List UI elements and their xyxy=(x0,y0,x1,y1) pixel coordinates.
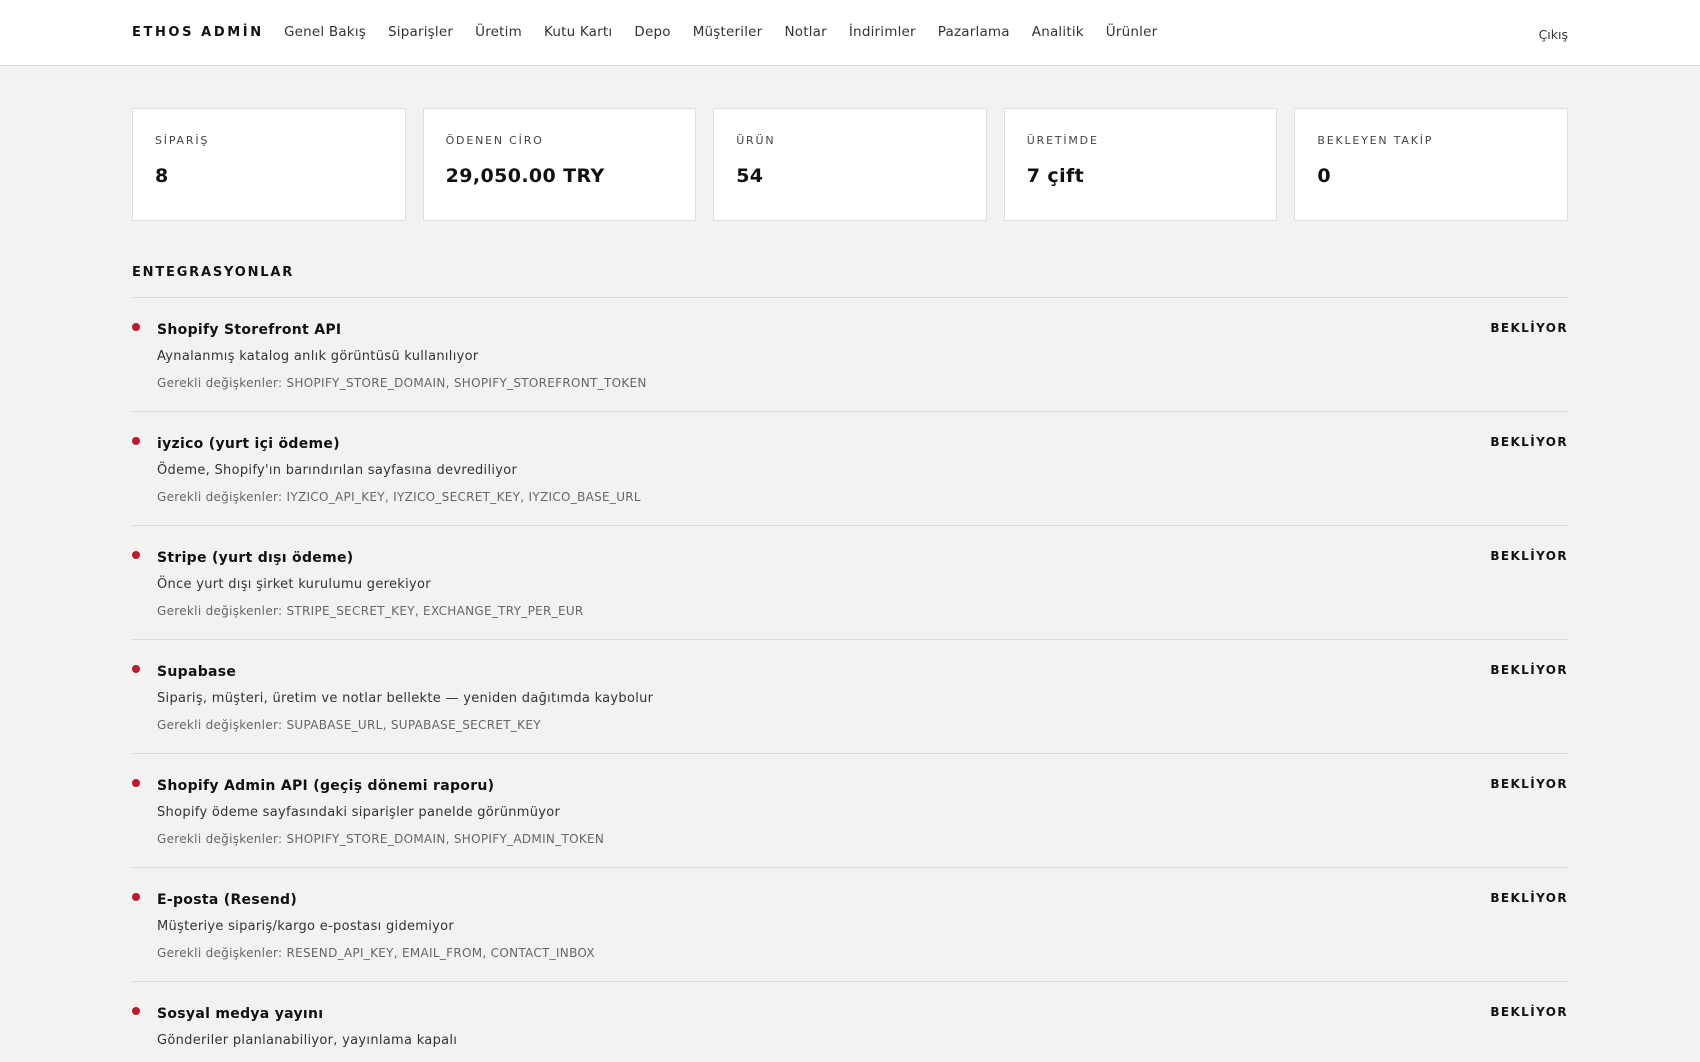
nav-item-musteriler[interactable]: Müşteriler xyxy=(693,24,763,40)
status-dot-icon xyxy=(132,551,140,559)
integration-name: Stripe (yurt dışı ödeme) xyxy=(157,550,354,566)
nav-item-kutu-karti[interactable]: Kutu Kartı xyxy=(544,24,612,40)
integration-description: Shopify ödeme sayfasındaki siparişler pa… xyxy=(157,805,561,820)
integration-description: Önce yurt dışı şirket kurulumu gerekiyor xyxy=(157,577,431,592)
stat-value: 8 xyxy=(155,165,169,187)
stat-label: ÜRÜN xyxy=(736,134,776,147)
integration-status-badge: BEKLİYOR xyxy=(1490,321,1568,335)
stat-card-odenen-ciro: ÖDENEN CİRO 29,050.00 TRY xyxy=(422,108,697,221)
stat-card-siparis: SİPARİŞ 8 xyxy=(132,108,406,221)
integration-description: Müşteriye sipariş/kargo e-postası gidemi… xyxy=(157,919,455,934)
brand-logo[interactable]: ETHOS ADMİN xyxy=(132,25,264,40)
status-dot-icon xyxy=(132,779,140,787)
nav-item-genel-bakis[interactable]: Genel Bakış xyxy=(284,24,366,40)
status-dot-icon xyxy=(132,893,140,901)
logout-button[interactable]: Çıkış xyxy=(1539,27,1568,42)
integrations-title: ENTEGRASYONLAR xyxy=(132,265,295,280)
integration-status-badge: BEKLİYOR xyxy=(1490,549,1568,563)
integration-status-badge: BEKLİYOR xyxy=(1490,663,1568,677)
nav-item-indirimler[interactable]: İndirimler xyxy=(849,24,916,40)
integration-status-badge: BEKLİYOR xyxy=(1490,1005,1568,1019)
integration-item: Sosyal medya yayını Gönderiler planlanab… xyxy=(132,982,1568,1062)
integration-item: Shopify Admin API (geçiş dönemi raporu) … xyxy=(132,754,1568,868)
integration-status-badge: BEKLİYOR xyxy=(1490,891,1568,905)
integration-name: Sosyal medya yayını xyxy=(157,1006,324,1022)
nav-item-depo[interactable]: Depo xyxy=(634,24,670,40)
stat-label: ÜRETİMDE xyxy=(1026,134,1099,147)
stat-card-uretimde: ÜRETİMDE 7 çift xyxy=(1003,108,1278,221)
main-nav: Genel Bakış Siparişler Üretim Kutu Kartı… xyxy=(284,24,1179,40)
integration-description: Sipariş, müşteri, üretim ve notlar belle… xyxy=(157,691,654,706)
integration-name: E-posta (Resend) xyxy=(157,892,298,908)
integration-name: iyzico (yurt içi ödeme) xyxy=(157,436,340,452)
integration-status-badge: BEKLİYOR xyxy=(1490,777,1568,791)
integration-item: Stripe (yurt dışı ödeme) Önce yurt dışı … xyxy=(132,526,1568,640)
stat-label: ÖDENEN CİRO xyxy=(445,134,544,147)
integration-required-vars: Gerekli değişkenler: IYZICO_API_KEY, IYZ… xyxy=(157,490,641,504)
status-dot-icon xyxy=(132,1007,140,1015)
status-dot-icon xyxy=(132,665,140,673)
nav-item-urunler[interactable]: Ürünler xyxy=(1106,24,1158,40)
stats-row: SİPARİŞ 8 ÖDENEN CİRO 29,050.00 TRY ÜRÜN… xyxy=(132,108,1568,221)
integration-required-vars: Gerekli değişkenler: SHOPIFY_STORE_DOMAI… xyxy=(157,832,605,846)
stat-label: BEKLEYEN TAKİP xyxy=(1317,134,1434,147)
integration-name: Shopify Storefront API xyxy=(157,322,342,338)
stat-value: 54 xyxy=(736,165,764,187)
stat-card-bekleyen-takip: BEKLEYEN TAKİP 0 xyxy=(1294,108,1568,221)
integrations-list: Shopify Storefront API Aynalanmış katalo… xyxy=(132,297,1568,1062)
integration-description: Gönderiler planlanabiliyor, yayınlama ka… xyxy=(157,1033,458,1048)
integration-required-vars: Gerekli değişkenler: STRIPE_SECRET_KEY, … xyxy=(157,604,584,618)
status-dot-icon xyxy=(132,323,140,331)
integration-item: E-posta (Resend) Müşteriye sipariş/kargo… xyxy=(132,868,1568,982)
nav-item-notlar[interactable]: Notlar xyxy=(784,24,826,40)
integration-description: Ödeme, Shopify'ın barındırılan sayfasına… xyxy=(157,463,518,478)
integration-item: iyzico (yurt içi ödeme) Ödeme, Shopify'ı… xyxy=(132,412,1568,526)
status-dot-icon xyxy=(132,437,140,445)
nav-item-siparisler[interactable]: Siparişler xyxy=(388,24,453,40)
integration-status-badge: BEKLİYOR xyxy=(1490,435,1568,449)
stat-value: 0 xyxy=(1317,165,1331,187)
nav-item-analitik[interactable]: Analitik xyxy=(1032,24,1084,40)
integration-required-vars: Gerekli değişkenler: SHOPIFY_STORE_DOMAI… xyxy=(157,376,647,390)
stat-value: 7 çift xyxy=(1026,165,1085,187)
stat-value: 29,050.00 TRY xyxy=(445,165,605,187)
integration-name: Supabase xyxy=(157,664,237,680)
stat-label: SİPARİŞ xyxy=(155,134,210,147)
integration-name: Shopify Admin API (geçiş dönemi raporu) xyxy=(157,778,495,794)
integration-required-vars: Gerekli değişkenler: SUPABASE_URL, SUPAB… xyxy=(157,718,541,732)
integration-item: Supabase Sipariş, müşteri, üretim ve not… xyxy=(132,640,1568,754)
integration-description: Aynalanmış katalog anlık görüntüsü kulla… xyxy=(157,349,479,364)
stat-card-urun: ÜRÜN 54 xyxy=(713,108,987,221)
integration-required-vars: Gerekli değişkenler: RESEND_API_KEY, EMA… xyxy=(157,946,595,960)
integration-item: Shopify Storefront API Aynalanmış katalo… xyxy=(132,298,1568,412)
nav-item-uretim[interactable]: Üretim xyxy=(475,24,522,40)
top-navigation-bar: ETHOS ADMİN Genel Bakış Siparişler Üreti… xyxy=(0,0,1700,66)
nav-item-pazarlama[interactable]: Pazarlama xyxy=(938,24,1010,40)
